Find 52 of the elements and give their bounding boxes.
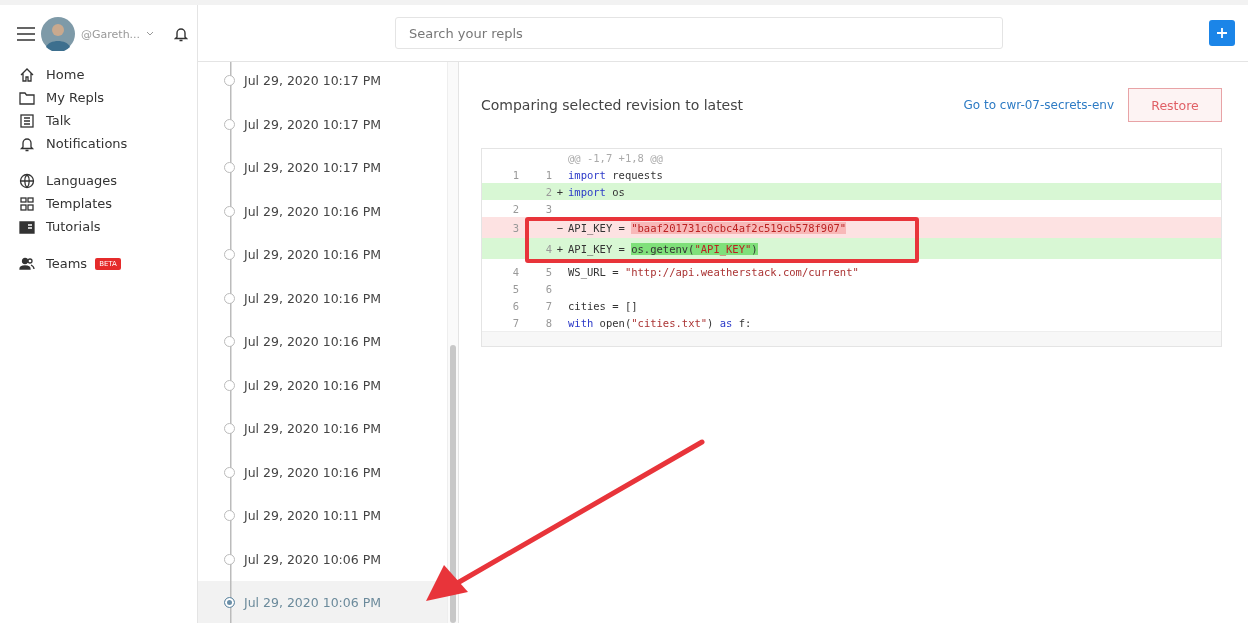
line-number: 5 — [512, 282, 519, 295]
code-line: import os — [568, 185, 625, 198]
globe-icon — [19, 172, 35, 189]
line-number: 5 — [545, 265, 552, 278]
home-icon — [19, 66, 35, 83]
line-number: 7 — [512, 316, 519, 329]
team-icon — [19, 255, 35, 272]
nav-link[interactable]: Notifications — [46, 136, 128, 151]
line-number: 3 — [512, 221, 519, 234]
code-line: WS_URL = "http://api.weatherstack.com/current" — [568, 265, 859, 278]
line-number: 6 — [545, 282, 552, 295]
chevron-down-icon[interactable] — [146, 31, 155, 37]
repl-link[interactable]: Go to cwr-07-secrets-env — [963, 98, 1114, 112]
new-repl-button[interactable] — [1209, 20, 1235, 46]
line-number: 4 — [545, 242, 552, 255]
plus-sign: + — [556, 242, 564, 255]
hunk-header: @@ -1,7 +1,8 @@ — [568, 151, 663, 164]
nav-link[interactable]: Talk — [46, 113, 71, 128]
nav-link[interactable]: My Repls — [46, 90, 105, 105]
line-number: 6 — [512, 299, 519, 312]
nav-link[interactable]: Tutorials — [46, 219, 101, 234]
line-number: 4 — [512, 265, 519, 278]
code-line: API_KEY = "baaf201731c0cbc4af2c519cb578f907" — [568, 221, 847, 234]
line-number: 1 — [512, 168, 519, 181]
code-line: cities = [] — [568, 299, 638, 312]
nav-link[interactable]: Home — [46, 67, 85, 82]
menu-icon[interactable] — [17, 27, 35, 41]
nav-link[interactable]: Teams — [46, 256, 88, 271]
nav-link[interactable]: Templates — [46, 196, 113, 211]
bell-icon — [19, 135, 35, 152]
nav-link[interactable]: Languages — [46, 173, 117, 188]
plus-icon — [1216, 27, 1228, 39]
line-number: 2 — [512, 202, 519, 215]
line-number: 1 — [545, 168, 552, 181]
avatar[interactable] — [41, 17, 75, 51]
code-line: import requests — [568, 168, 663, 181]
line-number: 2 — [545, 185, 552, 198]
code-line: API_KEY = os.getenv("API_KEY") — [568, 242, 758, 255]
templates-icon — [19, 195, 35, 212]
plus-sign: + — [556, 185, 564, 198]
minus-sign: − — [556, 221, 564, 234]
book-icon — [19, 218, 35, 235]
line-number: 8 — [545, 316, 552, 329]
scrollbar-thumb[interactable] — [450, 345, 456, 623]
search-field[interactable]: Search your repls — [395, 17, 1003, 49]
line-number: 3 — [545, 202, 552, 215]
talk-icon — [19, 112, 35, 129]
code-line: with open("cities.txt") as f: — [568, 316, 752, 329]
compare-title: Comparing selected revision to latest — [481, 97, 743, 113]
folder-icon — [19, 89, 35, 106]
bell-icon[interactable] — [174, 26, 189, 42]
line-number: 7 — [545, 299, 552, 312]
